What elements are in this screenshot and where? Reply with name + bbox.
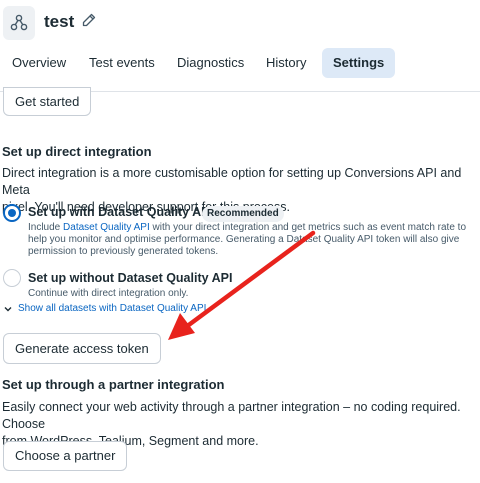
choose-a-partner-button[interactable]: Choose a partner [3, 441, 128, 471]
show-all-datasets-link[interactable]: Show all datasets with Dataset Quality A… [3, 303, 206, 314]
chevron-down-icon [4, 306, 12, 311]
direct-integration-description-line-1: Direct integration is a more customisabl… [2, 166, 462, 197]
tab-test-events[interactable]: Test events [78, 48, 166, 78]
option-desc-line-3: permission to previously generated token… [28, 246, 219, 257]
radio-without-dataset-quality-api[interactable] [3, 269, 21, 287]
pencil-icon[interactable] [81, 12, 97, 28]
show-all-datasets-label: Show all datasets with Dataset Quality A… [18, 303, 207, 314]
option-desc-line-2: help you monitor and optimise performanc… [28, 234, 460, 245]
option-with-dataset-quality-api-description: Include Dataset Quality API with your di… [28, 222, 480, 258]
dataset-nodes-icon [3, 6, 35, 40]
get-started-button[interactable]: Get started [3, 87, 92, 116]
option-without-dataset-quality-api-description: Continue with direct integration only. [28, 288, 189, 299]
tab-overview[interactable]: Overview [1, 48, 77, 78]
dataset-quality-api-link[interactable]: Dataset Quality API [63, 222, 150, 233]
tab-settings[interactable]: Settings [322, 48, 396, 78]
option-desc-prefix: Include [28, 222, 64, 233]
page-title: test [44, 12, 75, 31]
recommended-badge: Recommended [202, 206, 284, 222]
direct-integration-heading: Set up direct integration [2, 144, 152, 159]
tab-diagnostics[interactable]: Diagnostics [166, 48, 255, 78]
partner-integration-description-line-1: Easily connect your web activity through… [2, 400, 461, 431]
tab-history[interactable]: History [255, 48, 317, 78]
generate-access-token-button[interactable]: Generate access token [3, 333, 161, 364]
partner-integration-heading: Set up through a partner integration [2, 377, 225, 392]
option-desc-suffix: with your direct integration and get met… [149, 222, 467, 233]
option-without-dataset-quality-api-title: Set up without Dataset Quality API [28, 271, 233, 285]
option-with-dataset-quality-api-title: Set up with Dataset Quality API [28, 205, 213, 219]
page-header: test Overview Test events Diagnostics Hi… [0, 0, 480, 92]
radio-with-dataset-quality-api[interactable] [3, 204, 21, 222]
